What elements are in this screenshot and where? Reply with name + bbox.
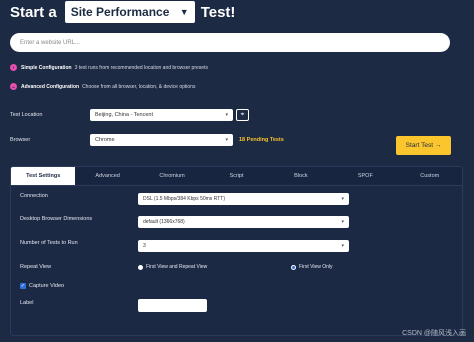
tab-block[interactable]: Block: [269, 167, 333, 185]
dimensions-label: Desktop Browser Dimensions: [20, 216, 93, 222]
num-tests-select[interactable]: 3 ▾: [138, 240, 349, 252]
chevron-down-icon: ▼: [179, 7, 189, 17]
start-test-button[interactable]: Start Test →: [396, 136, 451, 155]
label-field-label: Label: [20, 300, 34, 306]
chevron-down-icon: ▾: [341, 219, 344, 225]
capture-video-checkbox[interactable]: ✓ Capture Video: [20, 283, 64, 289]
url-input-placeholder: Enter a website URL...: [20, 39, 81, 46]
radio-unchecked-icon: [138, 264, 143, 270]
dimensions-value: default (1366x768): [143, 219, 185, 225]
test-type-value: Site Performance: [70, 5, 170, 19]
tab-advanced[interactable]: Advanced: [75, 167, 139, 185]
dimensions-select[interactable]: default (1366x768) ▾: [138, 216, 349, 228]
repeat-view-option-first-and-repeat[interactable]: First View and Repeat View: [138, 264, 207, 270]
browser-select[interactable]: Chrome ▾: [90, 134, 233, 146]
checkmark-icon: ✓: [20, 283, 26, 289]
tab-test-settings[interactable]: Test Settings: [11, 167, 76, 185]
header-suffix: Test!: [200, 3, 236, 21]
repeat-view-label: Repeat View: [20, 264, 52, 270]
chevron-right-icon: ›: [10, 64, 17, 71]
repeat-view-option2-label: First View Only: [299, 264, 333, 270]
test-type-select[interactable]: Site Performance ▼: [64, 1, 195, 23]
tab-custom[interactable]: Custom: [398, 167, 462, 185]
chevron-down-icon: ▾: [225, 112, 228, 118]
label-input[interactable]: [138, 299, 207, 312]
tab-chromium[interactable]: Chromium: [140, 167, 204, 185]
tab-spof[interactable]: SPOF: [333, 167, 397, 185]
num-tests-label: Number of Tests to Run: [20, 240, 78, 246]
connection-select[interactable]: DSL (1.5 Mbps/384 Kbps 50ms RTT) ▾: [138, 193, 349, 205]
browser-label: Browser: [10, 137, 31, 143]
simple-config-desc: 3 test runs from recommended location an…: [74, 64, 208, 71]
header-prefix: Start a: [10, 3, 57, 21]
tab-bar: Test Settings Advanced Chromium Script B…: [11, 167, 462, 186]
location-pin-icon[interactable]: ⌖: [236, 109, 249, 121]
advanced-config-toggle[interactable]: ⌄ Advanced Configuration Choose from all…: [10, 83, 195, 90]
connection-value: DSL (1.5 Mbps/384 Kbps 50ms RTT): [143, 196, 225, 202]
browser-value: Chrome: [95, 137, 115, 143]
chevron-down-icon: ⌄: [10, 83, 17, 90]
connection-label: Connection: [20, 193, 48, 199]
num-tests-value: 3: [143, 243, 146, 249]
capture-video-label: Capture Video: [29, 283, 65, 289]
chevron-down-icon: ▾: [341, 196, 344, 202]
test-location-label: Test Location: [10, 112, 43, 118]
url-input[interactable]: Enter a website URL...: [10, 33, 450, 52]
chevron-down-icon: ▾: [341, 243, 344, 249]
advanced-config-desc: Choose from all browser, location, & dev…: [82, 83, 196, 90]
simple-config-toggle[interactable]: › Simple Configuration 3 test runs from …: [10, 64, 208, 71]
chevron-down-icon: ▾: [225, 137, 228, 143]
simple-config-title: Simple Configuration: [21, 64, 72, 71]
settings-panel: Test Settings Advanced Chromium Script B…: [10, 166, 463, 336]
watermark: CSDN @随风浅入画: [402, 330, 466, 337]
pending-tests: 18 Pending Tests: [239, 137, 284, 143]
advanced-config-title: Advanced Configuration: [21, 83, 80, 90]
test-location-select[interactable]: Beijing, China - Tencent ▾: [90, 109, 233, 121]
test-location-value: Beijing, China - Tencent: [95, 112, 153, 118]
repeat-view-option1-label: First View and Repeat View: [146, 264, 208, 270]
repeat-view-option-first-only[interactable]: First View Only: [291, 264, 333, 270]
header: Start a Site Performance ▼ Test!: [10, 0, 235, 24]
tab-script[interactable]: Script: [204, 167, 268, 185]
radio-checked-icon: [291, 264, 296, 270]
